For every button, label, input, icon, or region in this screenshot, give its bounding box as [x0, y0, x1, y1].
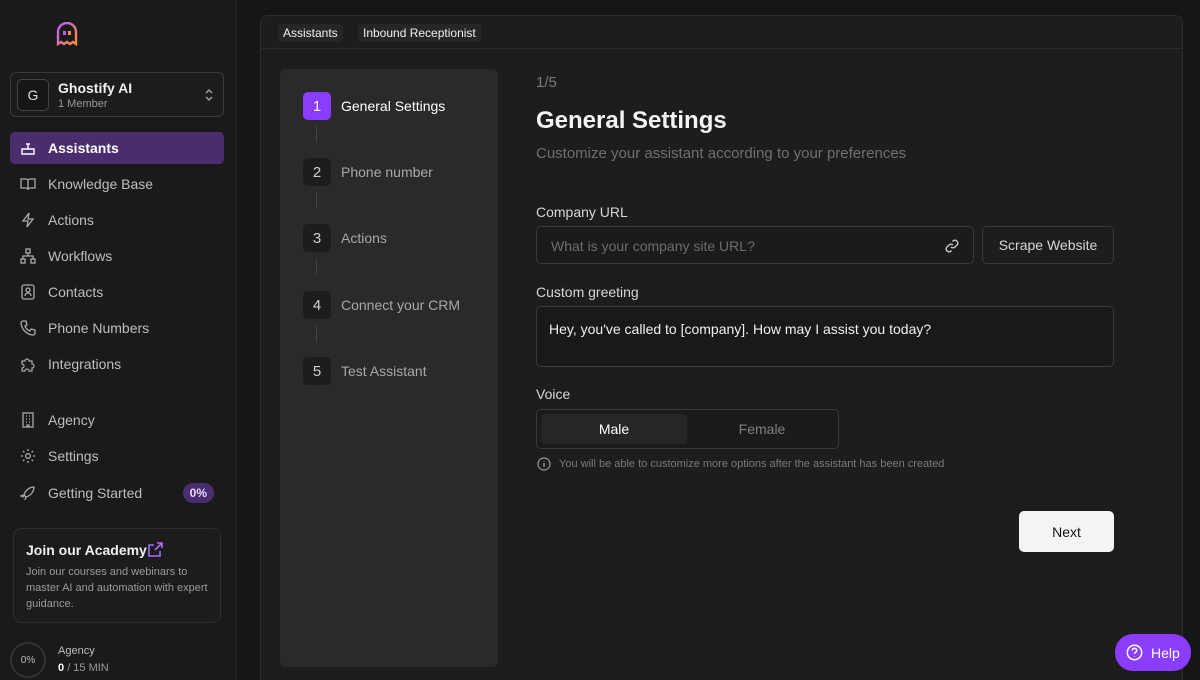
sidebar-item-integrations[interactable]: Integrations [10, 348, 224, 380]
sidebar-item-knowledge-base[interactable]: Knowledge Base [10, 168, 224, 200]
step-counter: 1/5 [536, 74, 557, 91]
voice-note: You will be able to customize more optio… [559, 458, 945, 470]
step-number[interactable]: 5 [303, 357, 331, 385]
sidebar-item-label: Agency [48, 412, 95, 428]
link-icon [945, 239, 959, 253]
progress-badge: 0% [182, 483, 214, 503]
greeting-label: Custom greeting [536, 284, 639, 300]
sidebar-item-contacts[interactable]: Contacts [10, 276, 224, 308]
book-icon [20, 178, 36, 191]
workspace-members: 1 Member [58, 98, 108, 110]
voice-label: Voice [536, 386, 571, 402]
sidebar-item-label: Assistants [48, 140, 119, 156]
workflow-icon [20, 248, 36, 264]
breadcrumb-current: Inbound Receptionist [358, 24, 481, 42]
sidebar-item-label: Phone Numbers [48, 320, 150, 336]
help-button[interactable]: Help [1115, 634, 1191, 671]
academy-description: Join our courses and webinars to master … [26, 566, 208, 610]
gear-icon [21, 449, 35, 463]
chevron-up-down-icon [205, 89, 213, 101]
sidebar-item-getting-started[interactable]: Getting Started 0% [10, 477, 224, 509]
step-label[interactable]: General Settings [341, 98, 445, 114]
sidebar-item-settings[interactable]: Settings [10, 440, 224, 472]
usage-plan: Agency [58, 645, 95, 657]
main-panel: Assistants Inbound Receptionist 1 Genera… [260, 15, 1183, 680]
voice-toggle: Male Female [536, 409, 839, 449]
help-label: Help [1151, 645, 1180, 661]
breadcrumb: Assistants Inbound Receptionist [261, 16, 1182, 49]
academy-card[interactable]: Join our Academy Join our courses and we… [13, 528, 221, 623]
lightning-icon [21, 212, 35, 228]
step-label[interactable]: Actions [341, 230, 387, 246]
sidebar-item-label: Workflows [48, 248, 113, 264]
step-connector [316, 326, 317, 342]
sidebar-item-actions[interactable]: Actions [10, 204, 224, 236]
sidebar-item-label: Integrations [48, 356, 122, 372]
company-url-label: Company URL [536, 204, 628, 220]
contact-card-icon [21, 284, 35, 300]
voice-option-male[interactable]: Male [541, 414, 687, 444]
next-button[interactable]: Next [1019, 511, 1114, 552]
info-icon [537, 457, 551, 471]
page-subtitle: Customize your assistant according to yo… [536, 145, 907, 162]
step-connector [316, 126, 317, 142]
step-connector [316, 259, 317, 275]
page-title: General Settings [536, 107, 727, 134]
step-number[interactable]: 4 [303, 291, 331, 319]
usage-percent: 0% [20, 655, 36, 666]
company-url-placeholder: What is your company site URL? [551, 238, 755, 254]
custom-greeting-textarea[interactable]: Hey, you've called to [company]. How may… [536, 306, 1114, 367]
academy-title: Join our Academy [26, 542, 147, 558]
workspace-switcher[interactable]: G Ghostify AI 1 Member [10, 72, 224, 117]
step-label[interactable]: Phone number [341, 164, 433, 180]
step-connector [316, 193, 317, 209]
question-circle-icon [1126, 644, 1143, 661]
usage-used: 0 [58, 662, 65, 674]
sidebar-item-assistants[interactable]: Assistants [10, 132, 224, 164]
usage-total: / 15 MIN [67, 662, 109, 674]
sidebar-item-label: Getting Started [48, 485, 143, 501]
sidebar-item-label: Contacts [48, 284, 104, 300]
step-label[interactable]: Connect your CRM [341, 297, 460, 313]
step-label[interactable]: Test Assistant [341, 363, 427, 379]
workspace-avatar: G [17, 79, 49, 111]
step-number[interactable]: 3 [303, 224, 331, 252]
greeting-value: Hey, you've called to [company]. How may… [549, 321, 932, 337]
sidebar: G Ghostify AI 1 Member Assistants Knowle… [0, 0, 237, 680]
company-url-input[interactable]: What is your company site URL? [536, 226, 974, 264]
sidebar-item-label: Actions [48, 212, 94, 228]
step-number[interactable]: 1 [303, 92, 331, 120]
scrape-website-button[interactable]: Scrape Website [982, 226, 1114, 264]
workspace-name: Ghostify AI [58, 80, 133, 96]
sidebar-item-label: Settings [48, 448, 99, 464]
sidebar-item-phone-numbers[interactable]: Phone Numbers [10, 312, 224, 344]
building-icon [22, 412, 34, 428]
breadcrumb-assistants[interactable]: Assistants [278, 24, 343, 42]
external-link-icon[interactable] [147, 541, 164, 558]
wizard-steps: 1 General Settings 2 Phone number 3 Acti… [280, 69, 498, 667]
sidebar-item-workflows[interactable]: Workflows [10, 240, 224, 272]
usage-minutes: 0 / 15 MIN [58, 662, 109, 674]
voice-option-female[interactable]: Female [689, 414, 835, 444]
assistant-icon [21, 143, 35, 155]
step-number[interactable]: 2 [303, 158, 331, 186]
rocket-icon [20, 486, 35, 501]
puzzle-icon [21, 358, 35, 372]
sidebar-item-agency[interactable]: Agency [10, 404, 224, 436]
phone-icon [20, 320, 36, 336]
ghostify-logo[interactable] [54, 22, 80, 48]
sidebar-item-label: Knowledge Base [48, 176, 154, 192]
